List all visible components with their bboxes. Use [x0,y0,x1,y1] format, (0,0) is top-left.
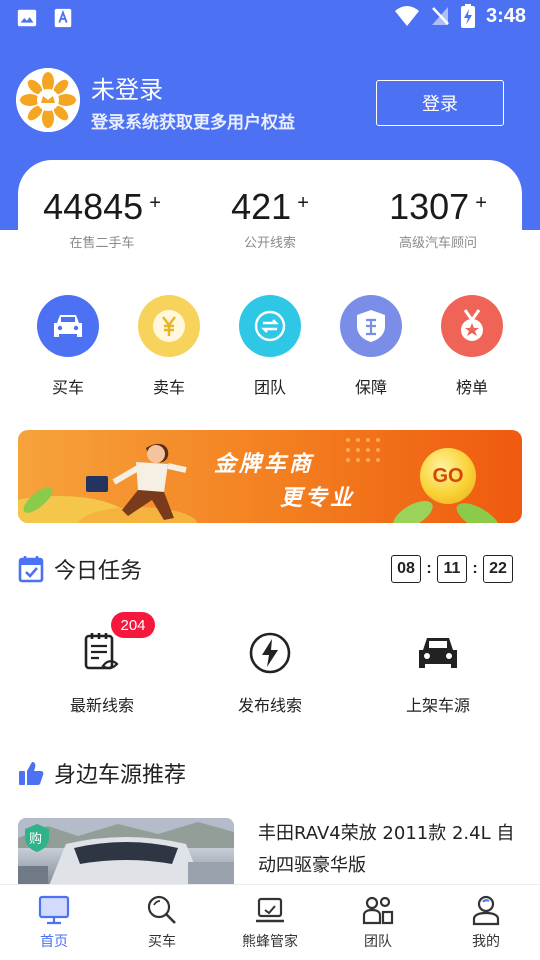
task-publish-lead[interactable]: 发布线索 [186,625,354,725]
bee-logo-icon [16,68,80,132]
avatar[interactable] [16,68,80,132]
battery-charging-icon [460,4,475,28]
stat-suffix: + [149,192,161,214]
countdown-hours: 08 [391,555,421,583]
quick-nav-label: 团队 [253,378,286,397]
task-label: 上架车源 [405,696,470,715]
nav-profile[interactable]: 我的 [432,885,540,960]
thumbs-up-icon [19,762,44,785]
home-screen: 3:48 未登录 登录系统获取更多用户权益 登录 44845 + 在售二手车 4… [0,0,540,960]
monitor-icon [38,895,70,925]
stat-value: 44845 [43,186,144,227]
shield-icon [340,295,402,357]
nav-buy-car[interactable]: 买车 [108,885,216,960]
team-icon [239,295,301,357]
quick-nav-team[interactable]: 团队 [220,295,320,397]
quick-nav-label: 买车 [51,378,84,397]
font-notification-icon [54,8,72,28]
quick-nav: 买车 卖车 团队 保障 榜单 [18,295,522,397]
task-label: 最新线索 [69,696,134,715]
stat-used-cars[interactable]: 44845 + 在售二手车 [18,186,186,251]
medal-icon [441,295,503,357]
user-name: 未登录 [91,76,163,104]
people-icon [362,896,394,925]
quick-nav-sell-car[interactable]: 卖车 [119,295,219,397]
wifi-icon [394,6,419,26]
banner-title: 金牌车商 [214,452,315,477]
stat-label: 高级汽车顾问 [398,236,477,251]
nav-label: 熊蜂管家 [242,934,298,950]
recommend-header: 身边车源推荐 [18,757,186,789]
task-latest-leads[interactable]: 204 最新线索 [18,612,186,725]
user-info: 未登录 登录系统获取更多用户权益 登录 [16,68,524,134]
task-list-car[interactable]: 上架车源 [354,625,522,725]
countdown-seconds: 22 [483,555,513,583]
quick-nav-label: 保障 [354,378,387,397]
nav-manager[interactable]: 熊蜂管家 [216,885,324,960]
car-thumbnail: 购 [18,818,234,888]
promo-banner[interactable]: 金牌车商 更专业 GO [18,430,522,523]
nav-label: 首页 [40,934,68,950]
stat-suffix: + [297,192,309,214]
stats-card: 44845 + 在售二手车 421 + 公开线索 1307 + 高级汽车顾问 [18,160,522,280]
nav-team[interactable]: 团队 [324,885,432,960]
purchase-badge-label: 购 [29,832,43,847]
lightning-icon [249,632,291,674]
stat-suffix: + [475,192,487,214]
nav-label: 团队 [364,934,392,950]
countdown-timer: 08 : 11 : 22 [391,555,513,583]
stat-value: 421 [231,186,292,227]
countdown-minutes: 11 [437,555,467,583]
recommend-title: 身边车源推荐 [54,763,187,788]
stat-advisors[interactable]: 1307 + 高级汽车顾问 [354,186,522,251]
nav-home[interactable]: 首页 [0,885,108,960]
banner-subtitle: 更专业 [280,486,356,511]
stat-label: 公开线索 [243,236,296,251]
task-badge: 204 [111,612,155,638]
gallery-notification-icon [17,9,37,27]
quick-nav-guarantee[interactable]: 保障 [321,295,421,397]
tasks-header: 今日任务 [18,553,142,585]
no-signal-icon [431,7,449,25]
user-subtitle: 登录系统获取更多用户权益 [91,113,295,133]
stat-public-leads[interactable]: 421 + 公开线索 [186,186,354,251]
task-list: 204 最新线索 发布线索 上架车源 [18,612,522,725]
car-listing-card[interactable]: 购 丰田RAV4荣放 2011款 2.4L 自动四驱豪华版 [18,818,522,888]
quick-nav-buy-car[interactable]: 买车 [18,295,118,397]
quick-nav-ranking[interactable]: 榜单 [422,295,522,397]
yen-coin-icon [138,295,200,357]
laptop-icon [256,897,284,923]
nav-label: 我的 [472,934,500,950]
car-front-icon [419,638,457,668]
countdown-separator: : [426,560,432,577]
car-icon [37,295,99,357]
bottom-nav: 首页 买车 熊蜂管家 团队 我的 [0,884,540,960]
search-icon [147,895,176,924]
car-title: 丰田RAV4荣放 2011款 2.4L 自动四驱豪华版 [258,823,515,876]
tasks-title: 今日任务 [54,559,143,584]
stat-label: 在售二手车 [69,236,135,251]
status-bar: 3:48 [0,0,540,36]
task-label: 发布线索 [237,696,302,715]
countdown-separator: : [472,560,478,577]
quick-nav-label: 榜单 [455,378,488,397]
calendar-check-icon [18,556,44,583]
banner-go-button[interactable]: GO [420,448,476,504]
status-time: 3:48 [485,4,526,27]
quick-nav-label: 卖车 [152,378,185,397]
stat-value: 1307 [389,186,470,227]
nav-label: 买车 [148,934,176,950]
login-button[interactable]: 登录 [376,80,504,126]
profile-icon [472,895,500,926]
